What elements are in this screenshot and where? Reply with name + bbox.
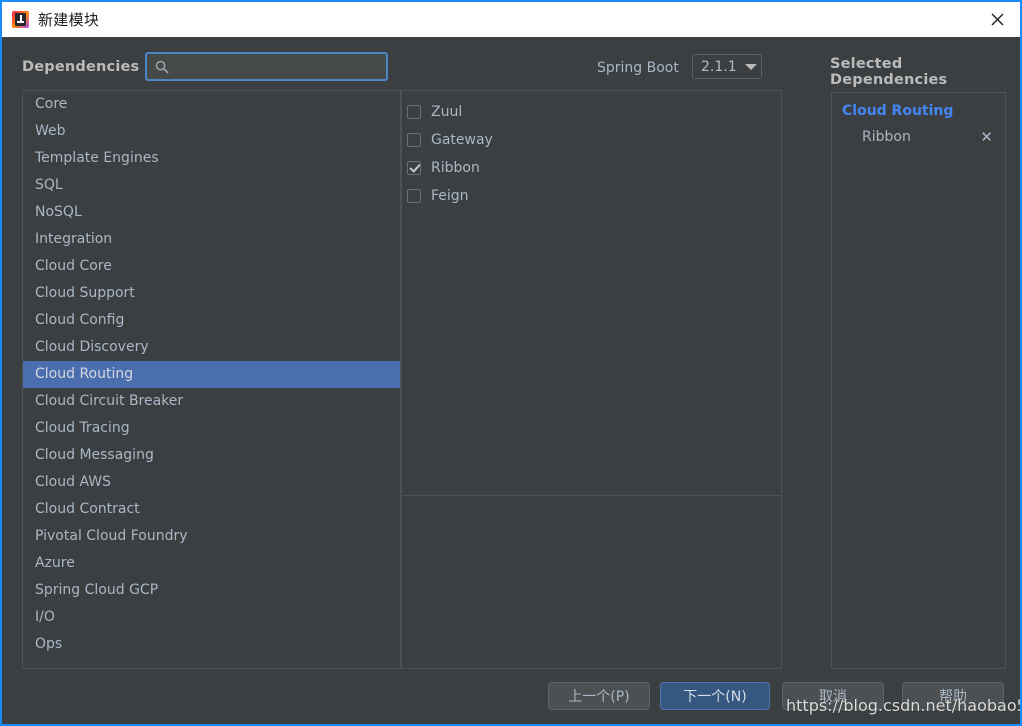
category-item-label: Cloud Routing (35, 366, 134, 382)
category-list[interactable]: Core Web Template Engines SQL NoSQL Integrati… (22, 90, 401, 669)
dependency-label: Ribbon (431, 160, 480, 176)
close-icon[interactable] (974, 2, 1020, 37)
category-item-label: Cloud Core (35, 258, 112, 274)
search-icon (155, 59, 169, 78)
category-item[interactable]: SQL (23, 172, 400, 199)
button-bar: 上一个(P) 下一个(N) 取消 帮助 (2, 670, 1020, 724)
category-item[interactable]: Cloud AWS (23, 469, 400, 496)
category-item[interactable]: Cloud Contract (23, 496, 400, 523)
category-item-label: Web (35, 123, 66, 139)
category-item-label: Azure (35, 555, 75, 571)
cancel-button[interactable]: 取消 (782, 682, 884, 710)
category-item[interactable]: Cloud Discovery (23, 334, 400, 361)
title-bar: 新建模块 (2, 2, 1020, 37)
category-item[interactable]: Cloud Config (23, 307, 400, 334)
category-item-label: Cloud Circuit Breaker (35, 393, 184, 409)
category-item-label: Cloud Contract (35, 501, 140, 517)
spring-boot-version-value: 2.1.1 (701, 58, 737, 75)
dependency-row[interactable]: Feign (402, 182, 781, 210)
category-item-label: Pivotal Cloud Foundry (35, 528, 188, 544)
category-item[interactable]: Ops (23, 631, 400, 658)
next-button[interactable]: 下一个(N) (660, 682, 770, 710)
category-item-label: Cloud Discovery (35, 339, 149, 355)
close-glyph (991, 13, 1003, 26)
dependency-label: Feign (431, 188, 469, 204)
description-panel (401, 495, 782, 669)
category-item[interactable]: Integration (23, 226, 400, 253)
category-item[interactable]: Core (23, 91, 400, 118)
category-item-label: SQL (35, 177, 63, 193)
category-item[interactable]: Spring Cloud GCP (23, 577, 400, 604)
category-item-label: Cloud Messaging (35, 447, 154, 463)
category-item-label: Integration (35, 231, 113, 247)
selected-group-label: Cloud Routing (842, 103, 954, 119)
category-item-label: Core (35, 96, 68, 112)
dependencies-label: Dependencies (22, 59, 140, 75)
dependency-row[interactable]: Ribbon (402, 154, 781, 182)
category-item[interactable]: Web (23, 118, 400, 145)
magnifier-glyph (155, 60, 169, 74)
previous-button[interactable]: 上一个(P) (548, 682, 650, 710)
category-item-label: Ops (35, 636, 63, 652)
category-item[interactable]: Azure (23, 550, 400, 577)
category-item-label: Cloud Support (35, 285, 135, 301)
category-item[interactable]: Pivotal Cloud Foundry (23, 523, 400, 550)
category-item-label: Cloud AWS (35, 474, 111, 490)
category-item[interactable]: Cloud Support (23, 280, 400, 307)
dependency-checkbox[interactable] (407, 161, 421, 175)
help-button[interactable]: 帮助 (902, 682, 1004, 710)
category-item-label: I/O (35, 609, 55, 625)
window-title: 新建模块 (38, 11, 100, 29)
search-input[interactable] (177, 54, 386, 81)
category-item-label: Spring Cloud GCP (35, 582, 159, 598)
remove-dependency-icon[interactable]: ✕ (980, 129, 993, 145)
selected-dependency-label: Ribbon (862, 129, 911, 145)
chevron-down-icon (744, 63, 757, 70)
dependency-checkbox[interactable] (407, 189, 421, 203)
category-item[interactable]: Cloud Core (23, 253, 400, 280)
category-item[interactable]: Template Engines (23, 145, 400, 172)
dependency-row[interactable]: Zuul (402, 98, 781, 126)
dependency-label: Gateway (431, 132, 493, 148)
category-item-label: Cloud Config (35, 312, 125, 328)
new-module-dialog: 新建模块 Dependencies Spring Boot 2.1.1 Sele… (0, 0, 1022, 726)
spring-boot-label: Spring Boot (597, 60, 679, 76)
search-box[interactable] (145, 52, 388, 81)
selected-dependency-item: Ribbon ✕ (832, 123, 1005, 151)
category-item[interactable]: Cloud Tracing (23, 415, 400, 442)
dependency-checkbox[interactable] (407, 105, 421, 119)
category-item-label: Cloud Tracing (35, 420, 130, 436)
dependency-row[interactable]: Gateway (402, 126, 781, 154)
dependency-checkbox[interactable] (407, 133, 421, 147)
spring-boot-version-select[interactable]: 2.1.1 (692, 54, 762, 79)
category-item[interactable]: Cloud Messaging (23, 442, 400, 469)
category-item[interactable]: Cloud Routing (23, 361, 400, 388)
category-item[interactable]: Cloud Circuit Breaker (23, 388, 400, 415)
category-item-label: NoSQL (35, 204, 82, 220)
category-item[interactable]: I/O (23, 604, 400, 631)
selected-dependencies-label: Selected Dependencies (830, 56, 948, 88)
dependency-list[interactable]: Zuul Gateway Ribbon Feign (401, 90, 782, 495)
intellij-idea-icon (12, 11, 29, 28)
category-item[interactable]: NoSQL (23, 199, 400, 226)
dependency-label: Zuul (431, 104, 463, 120)
category-item-label: Template Engines (35, 150, 159, 166)
selected-dependencies-panel: Cloud Routing Ribbon ✕ (831, 92, 1006, 669)
